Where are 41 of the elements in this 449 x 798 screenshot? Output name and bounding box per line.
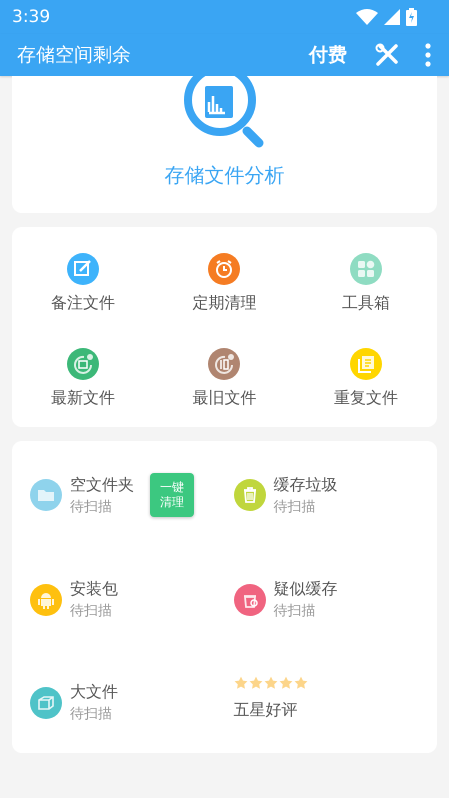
more-icon[interactable]: [425, 43, 431, 67]
category-icon[interactable]: [234, 584, 266, 616]
shortcut-label[interactable]: 备注文件: [50, 293, 115, 314]
scan-status: 待扫描: [70, 602, 113, 620]
star-icon: [278, 676, 292, 690]
app-title: 存储空间剩余: [17, 43, 131, 68]
star-icon: [234, 676, 248, 690]
shortcut-label[interactable]: 定期清理: [192, 293, 256, 314]
shortcut-label[interactable]: 最旧文件: [192, 388, 256, 409]
battery-icon: [406, 8, 417, 26]
scan-status: 待扫描: [70, 498, 113, 516]
scan-status: 待扫描: [274, 498, 316, 516]
analysis-label: 存储文件分析: [164, 162, 284, 189]
shortcut-icon[interactable]: [66, 253, 99, 285]
category-icon[interactable]: [30, 686, 62, 718]
category-icon[interactable]: [30, 479, 62, 511]
category-icon[interactable]: [234, 479, 266, 511]
status-time: 3:39: [12, 7, 50, 27]
rating-label[interactable]: 五星好评: [234, 700, 437, 721]
signal-icon: [384, 9, 400, 25]
shortcut-icon[interactable]: [66, 348, 99, 380]
category-icon[interactable]: [30, 584, 62, 616]
shortcut-icon[interactable]: [208, 348, 240, 380]
shortcut-label[interactable]: 重复文件: [334, 388, 398, 409]
star-icon: [264, 676, 278, 690]
category-title[interactable]: 缓存垃圾: [274, 474, 338, 496]
tools-icon[interactable]: [375, 43, 399, 67]
shortcut-icon[interactable]: [350, 253, 382, 285]
category-title[interactable]: 空文件夹: [70, 474, 134, 496]
star-icon: [294, 676, 308, 690]
star-icon: [248, 676, 262, 690]
category-title[interactable]: 疑似缓存: [274, 579, 338, 600]
wifi-icon: [356, 9, 378, 25]
category-title[interactable]: 大文件: [70, 682, 118, 703]
shortcut-label[interactable]: 最新文件: [50, 388, 115, 409]
shortcut-icon[interactable]: [350, 348, 382, 380]
shortcut-label[interactable]: 工具箱: [342, 293, 390, 314]
scan-status: 待扫描: [70, 705, 113, 723]
shortcut-icon[interactable]: [208, 253, 240, 285]
scan-status: 待扫描: [274, 602, 316, 620]
category-title[interactable]: 安装包: [70, 579, 118, 600]
